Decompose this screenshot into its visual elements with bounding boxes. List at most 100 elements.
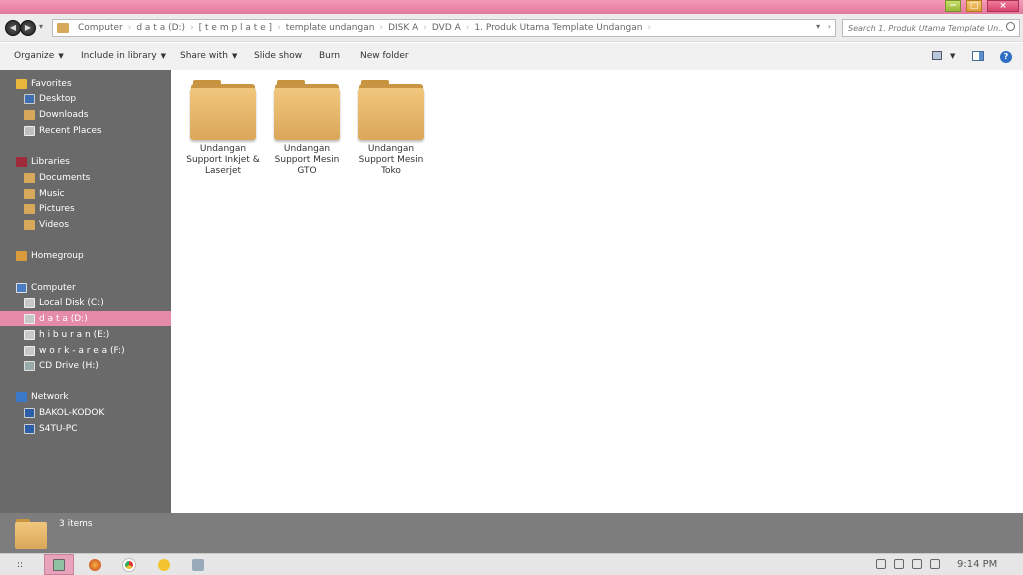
sidebar-item-music[interactable]: Music bbox=[0, 186, 171, 201]
sidebar-item-documents[interactable]: Documents bbox=[0, 170, 171, 185]
sidebar-item-pictures[interactable]: Pictures bbox=[0, 201, 171, 216]
new-folder-button[interactable]: New folder bbox=[360, 51, 409, 61]
breadcrumb-item[interactable]: d a t a (D:) bbox=[133, 23, 188, 33]
folder-item[interactable]: Undangan Support Inkjet & Laserjet bbox=[181, 76, 265, 177]
preview-pane-icon[interactable] bbox=[972, 51, 984, 61]
sidebar-item-label: Desktop bbox=[39, 93, 77, 104]
organize-label: Organize bbox=[14, 51, 55, 61]
breadcrumb-item[interactable]: Computer bbox=[75, 23, 126, 33]
file-list: Undangan Support Inkjet & Laserjet Undan… bbox=[171, 70, 1023, 513]
slide-show-button[interactable]: Slide show bbox=[254, 51, 302, 61]
include-in-library-button[interactable]: Include in library ▼ bbox=[81, 51, 166, 61]
share-with-button[interactable]: Share with ▼ bbox=[180, 51, 237, 61]
breadcrumb-separator[interactable]: › bbox=[464, 23, 472, 33]
address-bar[interactable]: Computer › d a t a (D:) › [ t e m p l a t … bbox=[52, 19, 836, 37]
show-hidden-icons-icon[interactable] bbox=[876, 559, 886, 569]
sidebar-item-network-pc[interactable]: S4TU-PC bbox=[0, 421, 171, 436]
folder-icon bbox=[358, 76, 424, 140]
breadcrumb-separator[interactable]: › bbox=[275, 23, 283, 33]
sidebar-item-favorites[interactable]: Favorites bbox=[0, 76, 171, 91]
network-computer-icon bbox=[24, 407, 35, 418]
chevron-down-icon: ▼ bbox=[160, 52, 167, 60]
folder-item[interactable]: Undangan Support Mesin GTO bbox=[265, 76, 349, 177]
taskbar-button-explorer[interactable] bbox=[44, 554, 74, 575]
sidebar-item-videos[interactable]: Videos bbox=[0, 217, 171, 232]
include-in-library-label: Include in library bbox=[81, 51, 157, 61]
chrome-icon bbox=[123, 558, 135, 571]
music-folder-icon bbox=[24, 188, 35, 199]
sidebar-item-label: Pictures bbox=[39, 203, 75, 214]
search-icon[interactable] bbox=[1006, 22, 1015, 31]
share-with-label: Share with bbox=[180, 51, 228, 61]
breadcrumb-item[interactable]: 1. Produk Utama Template Undangan bbox=[471, 23, 645, 33]
network-computer-icon bbox=[24, 423, 35, 434]
network-tray-icon[interactable] bbox=[894, 559, 904, 569]
sidebar-item-desktop[interactable]: Desktop bbox=[0, 91, 171, 106]
maximize-button[interactable]: □ bbox=[966, 0, 982, 12]
sidebar-item-libraries[interactable]: Libraries bbox=[0, 154, 171, 169]
sidebar-item-hiburan-drive[interactable]: h i b u r a n (E:) bbox=[0, 327, 171, 342]
breadcrumb-item[interactable]: DVD A bbox=[429, 23, 464, 33]
breadcrumb-item[interactable]: DISK A bbox=[385, 23, 421, 33]
sidebar-item-local-disk[interactable]: Local Disk (C:) bbox=[0, 295, 171, 310]
item-count: 3 items bbox=[59, 519, 93, 529]
folder-item[interactable]: Undangan Support Mesin Toko bbox=[349, 76, 433, 177]
power-tray-icon[interactable] bbox=[912, 559, 922, 569]
organize-button[interactable]: Organize ▼ bbox=[14, 51, 64, 61]
sidebar-item-label: Videos bbox=[39, 219, 69, 230]
recent-pages-dropdown[interactable]: ▾ bbox=[39, 22, 43, 31]
close-button[interactable]: × bbox=[987, 0, 1019, 12]
breadcrumb-separator[interactable]: › bbox=[421, 23, 429, 33]
help-icon[interactable]: ? bbox=[1000, 51, 1012, 63]
minimize-button[interactable]: − bbox=[945, 0, 961, 12]
breadcrumb-item[interactable]: [ t e m p l a t e ] bbox=[196, 23, 275, 33]
sidebar-item-data-drive[interactable]: d a t a (D:) bbox=[0, 311, 171, 326]
forward-button[interactable]: ▶ bbox=[20, 20, 36, 36]
forward-arrow-icon: ▶ bbox=[24, 23, 32, 32]
sidebar-item-homegroup[interactable]: Homegroup bbox=[0, 248, 171, 263]
back-button[interactable]: ◀ bbox=[5, 20, 21, 36]
breadcrumb-separator[interactable]: › bbox=[377, 23, 385, 33]
sidebar-item-computer[interactable]: Computer bbox=[0, 280, 171, 295]
sidebar-item-workarea-drive[interactable]: w o r k - a r e a (F:) bbox=[0, 343, 171, 358]
sidebar-item-recent-places[interactable]: Recent Places bbox=[0, 123, 171, 138]
breadcrumb-separator[interactable]: › bbox=[126, 23, 134, 33]
recent-places-icon bbox=[24, 125, 35, 136]
breadcrumb-item[interactable]: template undangan bbox=[283, 23, 378, 33]
taskbar-button-messenger[interactable] bbox=[149, 554, 179, 575]
homegroup-icon bbox=[16, 250, 27, 261]
folder-icon bbox=[274, 76, 340, 140]
breadcrumb-separator[interactable]: › bbox=[188, 23, 196, 33]
firefox-icon bbox=[89, 558, 101, 571]
chevron-down-icon: ▼ bbox=[231, 52, 238, 60]
search-input[interactable] bbox=[843, 20, 1003, 36]
libraries-icon bbox=[16, 156, 27, 167]
sidebar-item-label: Documents bbox=[39, 172, 91, 183]
taskbar-button-firefox[interactable] bbox=[80, 554, 110, 575]
breadcrumb-separator[interactable]: › bbox=[645, 23, 653, 33]
sidebar-item-downloads[interactable]: Downloads bbox=[0, 107, 171, 122]
sidebar-item-network-pc[interactable]: BAKOL-KODOK bbox=[0, 405, 171, 420]
taskbar-button-chrome[interactable] bbox=[114, 554, 144, 575]
network-icon bbox=[16, 391, 27, 402]
back-arrow-icon: ◀ bbox=[9, 23, 17, 32]
volume-icon[interactable] bbox=[930, 559, 940, 569]
sidebar-item-label: Local Disk (C:) bbox=[39, 297, 104, 308]
sidebar-item-label: h i b u r a n (E:) bbox=[39, 329, 110, 340]
burn-button[interactable]: Burn bbox=[319, 51, 340, 61]
sidebar-item-cd-drive[interactable]: CD Drive (H:) bbox=[0, 358, 171, 373]
sidebar-item-network[interactable]: Network bbox=[0, 389, 171, 404]
sidebar-item-label: CD Drive (H:) bbox=[39, 360, 99, 371]
sidebar-item-label: BAKOL-KODOK bbox=[39, 407, 105, 418]
taskbar-button-tool[interactable] bbox=[183, 554, 213, 575]
start-button[interactable]: :: bbox=[10, 554, 30, 575]
view-options-dropdown[interactable]: ▼ bbox=[950, 52, 955, 60]
clock[interactable]: 9:14 PM bbox=[957, 559, 997, 570]
sidebar-item-label: Homegroup bbox=[31, 250, 84, 261]
sidebar-item-label: Network bbox=[31, 391, 69, 402]
address-history-dropdown[interactable]: ▾ › bbox=[816, 22, 831, 31]
sidebar-item-label: Recent Places bbox=[39, 125, 102, 136]
details-pane: 3 items bbox=[0, 513, 1023, 553]
folder-name: Undangan Support Inkjet & Laserjet bbox=[186, 144, 260, 176]
change-view-icon[interactable] bbox=[932, 51, 942, 60]
